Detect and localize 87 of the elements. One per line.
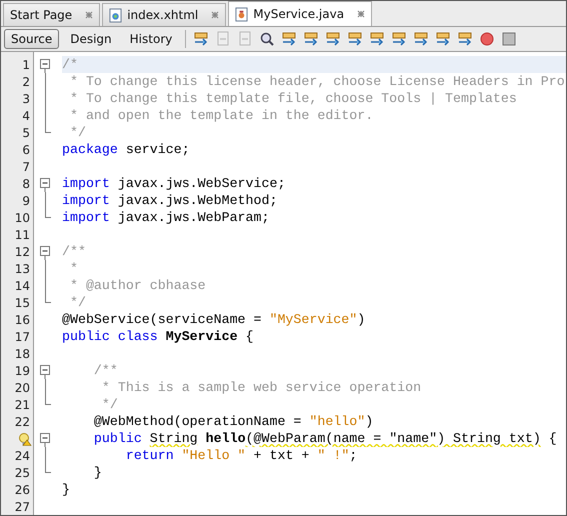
code-comment: * @author cbhaase <box>68 278 206 293</box>
code-text: javax.jws.WebService; <box>116 176 286 191</box>
code-comment: /** <box>92 363 118 378</box>
line-number: 10 <box>14 210 30 224</box>
code-comment: /** <box>62 244 86 259</box>
code-comment: * This is a sample web service operation <box>100 380 422 395</box>
line-number: 2 <box>22 74 30 88</box>
warning-code: String <box>150 431 198 446</box>
line-number: 5 <box>22 126 30 140</box>
find-icon[interactable] <box>259 31 276 48</box>
line-number: 17 <box>14 330 30 344</box>
line-number: 15 <box>14 296 30 310</box>
code-text: { <box>548 431 557 446</box>
close-icon[interactable] <box>357 10 366 18</box>
line-number: 14 <box>14 278 30 292</box>
keyword: import <box>62 210 110 225</box>
string-literal: " !" <box>317 448 350 463</box>
line-number: 22 <box>14 414 30 428</box>
code-comment: * To change this template file, choose Tools | Templates <box>68 91 517 106</box>
keyword: package <box>62 142 118 157</box>
code-text: @WebService(serviceName = <box>62 312 262 327</box>
view-button[interactable]: History <box>122 29 180 50</box>
line-number: 20 <box>14 380 30 394</box>
record-icon[interactable] <box>479 31 496 48</box>
code-comment: */ <box>68 125 86 140</box>
line-number: 9 <box>22 194 30 208</box>
line-number: 24 <box>14 448 30 462</box>
line-number: 12 <box>14 244 30 258</box>
code-text: ) <box>365 414 374 429</box>
keyword: public class <box>62 329 159 344</box>
editor-tab[interactable]: MyService.java <box>228 1 372 26</box>
line-number: 11 <box>14 228 30 242</box>
stop-icon[interactable] <box>501 31 518 48</box>
warning-code: (@WebParam(name = "name") String txt) <box>246 431 541 446</box>
line-number: 18 <box>14 346 30 360</box>
line-number: 1 <box>22 58 30 72</box>
code-text: { <box>244 329 254 344</box>
code-comment: */ <box>68 295 86 310</box>
editor-tab[interactable]: index.xhtml <box>102 3 226 26</box>
keyword: import <box>62 176 110 191</box>
fold-collapse-icon[interactable] <box>40 56 50 73</box>
line-number: 16 <box>14 312 30 326</box>
code-text: javax.jws.WebMethod; <box>116 193 278 208</box>
code-text: + txt + <box>252 448 310 463</box>
keyword: public <box>92 431 143 446</box>
line-number: 3 <box>22 92 30 106</box>
editor-tab[interactable]: Start Page <box>3 3 100 26</box>
line-number: 26 <box>14 482 30 496</box>
line-number: 19 <box>14 364 30 378</box>
line-number: 21 <box>14 398 30 412</box>
code-comment: * To change this license header, choose License Headers in Pro <box>68 74 565 89</box>
fold-collapse-icon[interactable] <box>40 243 50 260</box>
string-literal: "MyService" <box>269 312 358 327</box>
identifier: hello <box>204 431 246 446</box>
file-icon <box>235 6 248 22</box>
identifier: MyService <box>166 329 238 344</box>
code-text: service; <box>124 142 190 157</box>
string-literal: "Hello " <box>182 448 246 463</box>
code-text: } <box>62 482 70 497</box>
view-button[interactable]: Design <box>63 29 119 50</box>
code-text: ) <box>357 312 366 327</box>
code-text: javax.jws.WebParam; <box>116 210 270 225</box>
line-number: 8 <box>22 176 30 190</box>
code-comment: * <box>68 261 78 276</box>
string-literal: "hello" <box>309 414 366 429</box>
code-text: } <box>92 465 102 480</box>
line-number: 7 <box>22 160 30 174</box>
code-text: @WebMethod(operationName = <box>92 414 302 429</box>
warning-bulb-icon[interactable] <box>18 432 32 446</box>
code-comment: * and open the template in the editor. <box>68 108 374 123</box>
close-icon[interactable] <box>211 11 220 20</box>
file-icon <box>109 8 122 23</box>
line-number: 27 <box>14 500 30 514</box>
keyword: import <box>62 193 110 208</box>
line-number: 25 <box>14 466 30 480</box>
fold-collapse-icon[interactable] <box>40 430 50 447</box>
code-comment: /* <box>62 57 78 72</box>
line-number: 4 <box>22 108 30 122</box>
code-comment: */ <box>100 397 118 412</box>
fold-collapse-icon[interactable] <box>40 175 50 192</box>
keyword: return <box>124 448 175 463</box>
fold-collapse-icon[interactable] <box>40 362 50 379</box>
line-number: 13 <box>14 262 30 276</box>
line-number: 6 <box>22 142 30 156</box>
code-text: ; <box>349 448 358 463</box>
view-button[interactable]: Source <box>4 29 60 50</box>
close-icon[interactable] <box>85 11 94 20</box>
